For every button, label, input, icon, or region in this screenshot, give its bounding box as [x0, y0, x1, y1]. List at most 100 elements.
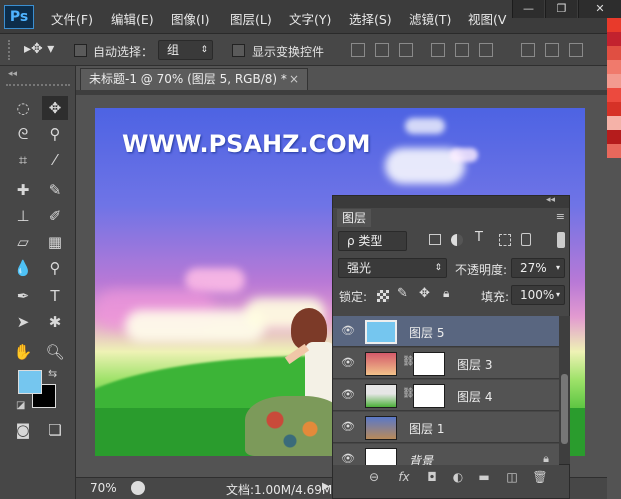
- fill-input[interactable]: 100% ▾: [511, 285, 565, 305]
- collapse-panel-icon[interactable]: ◂◂: [546, 195, 555, 205]
- menu-filter[interactable]: 滤镜(T): [409, 9, 451, 28]
- visibility-eye-icon[interactable]: 👁: [341, 421, 355, 433]
- marquee-tool-icon[interactable]: ◌: [10, 96, 36, 120]
- align-right-icon[interactable]: [479, 43, 493, 57]
- align-top-icon[interactable]: [351, 43, 365, 57]
- filter-smart-object-icon[interactable]: [521, 233, 531, 246]
- crop-tool-icon[interactable]: ⌗: [10, 148, 36, 172]
- align-hcenter-icon[interactable]: [455, 43, 469, 57]
- layer-row[interactable]: 👁 图层 5: [333, 316, 559, 347]
- scrollbar-thumb[interactable]: [561, 374, 568, 444]
- restore-button[interactable]: ❐: [545, 0, 577, 18]
- status-menu-arrow-icon[interactable]: ▶: [322, 481, 330, 492]
- color-swatch[interactable]: [607, 18, 621, 32]
- layer-row[interactable]: 👁 ⛓ 图层 4: [333, 380, 559, 411]
- collapse-toolbox-icon[interactable]: ◂◂: [8, 69, 17, 79]
- color-swatch[interactable]: [607, 46, 621, 60]
- pen-tool-icon[interactable]: ✒: [10, 284, 36, 308]
- document-tab[interactable]: 未标题-1 @ 70% (图层 5, RGB/8) * ×: [80, 68, 308, 90]
- menu-layer[interactable]: 图层(L): [230, 9, 272, 28]
- auto-select-dropdown[interactable]: 组 ⇕: [158, 40, 213, 60]
- zoom-level[interactable]: 70%: [90, 481, 117, 495]
- layer-row[interactable]: 👁 ⛓ 图层 3: [333, 348, 559, 379]
- color-swatch[interactable]: [607, 130, 621, 144]
- lock-pixels-icon[interactable]: ✎: [397, 286, 408, 301]
- opacity-input[interactable]: 27% ▾: [511, 258, 565, 278]
- color-swatch[interactable]: [607, 88, 621, 102]
- add-mask-icon[interactable]: ◘: [423, 469, 441, 485]
- color-swatch[interactable]: [607, 74, 621, 88]
- color-swatch[interactable]: [607, 102, 621, 116]
- filter-adjustment-icon[interactable]: [451, 234, 463, 246]
- screen-mode-icon[interactable]: ❏: [42, 418, 68, 442]
- menu-select[interactable]: 选择(S): [349, 9, 392, 28]
- menu-view[interactable]: 视图(V: [468, 9, 506, 28]
- delete-layer-icon[interactable]: 🗑: [531, 469, 549, 485]
- blur-tool-icon[interactable]: 💧: [10, 256, 36, 280]
- filter-pixel-icon[interactable]: [429, 234, 441, 245]
- distribute-vcenter-icon[interactable]: [545, 43, 559, 57]
- menu-image[interactable]: 图像(I): [171, 9, 209, 28]
- visibility-eye-icon[interactable]: 👁: [341, 325, 355, 337]
- default-colors-icon[interactable]: ◪: [16, 400, 25, 411]
- filter-shape-icon[interactable]: [499, 234, 511, 246]
- visibility-eye-icon[interactable]: 👁: [341, 357, 355, 369]
- zoom-tool-icon[interactable]: 🔍︎: [42, 340, 68, 364]
- new-group-icon[interactable]: ▬: [475, 469, 493, 485]
- color-swatch[interactable]: [607, 60, 621, 74]
- move-tool-preset-icon[interactable]: ▸✥ ▾: [24, 41, 54, 57]
- align-left-icon[interactable]: [431, 43, 445, 57]
- align-bottom-icon[interactable]: [399, 43, 413, 57]
- align-vcenter-icon[interactable]: [375, 43, 389, 57]
- eyedropper-tool-icon[interactable]: ⁄: [42, 148, 68, 172]
- new-layer-icon[interactable]: ◫: [503, 469, 521, 485]
- path-select-tool-icon[interactable]: ➤: [10, 310, 36, 334]
- auto-select-checkbox[interactable]: [74, 44, 87, 57]
- menu-type[interactable]: 文字(Y): [289, 9, 331, 28]
- adjustment-layer-icon[interactable]: ◐: [449, 469, 467, 485]
- gradient-tool-icon[interactable]: ▦: [42, 230, 68, 254]
- type-tool-icon[interactable]: T: [42, 284, 68, 308]
- history-brush-tool-icon[interactable]: ✐: [42, 204, 68, 228]
- layer-mask-thumbnail[interactable]: [413, 384, 445, 408]
- layer-mask-thumbnail[interactable]: [413, 352, 445, 376]
- menu-edit[interactable]: 编辑(E): [111, 9, 154, 28]
- eraser-tool-icon[interactable]: ▱: [10, 230, 36, 254]
- color-swatch[interactable]: [607, 32, 621, 46]
- layer-name[interactable]: 图层 4: [457, 388, 492, 405]
- layer-name[interactable]: 图层 1: [409, 420, 444, 437]
- visibility-eye-icon[interactable]: 👁: [341, 389, 355, 401]
- show-transform-checkbox[interactable]: [232, 44, 245, 57]
- layer-filter-dropdown[interactable]: ρ 类型: [338, 231, 407, 251]
- move-tool-icon[interactable]: ✥: [42, 96, 68, 120]
- status-info-icon[interactable]: [131, 481, 145, 495]
- clone-stamp-tool-icon[interactable]: ⊥: [10, 204, 36, 228]
- quick-select-tool-icon[interactable]: ⚲: [42, 122, 68, 146]
- lasso-tool-icon[interactable]: ᘓ: [10, 122, 36, 146]
- layer-row[interactable]: 👁 图层 1: [333, 412, 559, 443]
- dodge-tool-icon[interactable]: ⚲: [42, 256, 68, 280]
- layers-panel-tab[interactable]: 图层: [337, 209, 371, 227]
- brush-tool-icon[interactable]: ✎: [42, 178, 68, 202]
- color-swatch[interactable]: [607, 116, 621, 130]
- lock-all-icon[interactable]: 🔒︎: [443, 286, 449, 301]
- panel-menu-icon[interactable]: ≡: [556, 210, 565, 223]
- hand-tool-icon[interactable]: ✋: [10, 340, 36, 364]
- layer-name[interactable]: 图层 5: [409, 324, 444, 341]
- quick-mask-icon[interactable]: ◙: [10, 418, 36, 442]
- healing-brush-tool-icon[interactable]: ✚: [10, 178, 36, 202]
- close-tab-icon[interactable]: ×: [289, 69, 299, 89]
- swap-colors-icon[interactable]: ⇆: [48, 367, 57, 380]
- color-swatch[interactable]: [607, 144, 621, 158]
- filter-toggle-icon[interactable]: [557, 232, 565, 248]
- visibility-eye-icon[interactable]: 👁: [341, 453, 355, 465]
- filter-type-icon[interactable]: T: [475, 230, 483, 245]
- foreground-color-swatch[interactable]: [18, 370, 42, 394]
- lock-position-icon[interactable]: ✥: [419, 286, 430, 301]
- link-layers-icon[interactable]: ⊖: [365, 469, 383, 485]
- close-button[interactable]: ✕: [578, 0, 621, 18]
- custom-shape-tool-icon[interactable]: ✱: [42, 310, 68, 334]
- minimize-button[interactable]: —: [512, 0, 544, 18]
- blend-mode-dropdown[interactable]: 强光 ⇕: [338, 258, 447, 278]
- menu-file[interactable]: 文件(F): [51, 9, 93, 28]
